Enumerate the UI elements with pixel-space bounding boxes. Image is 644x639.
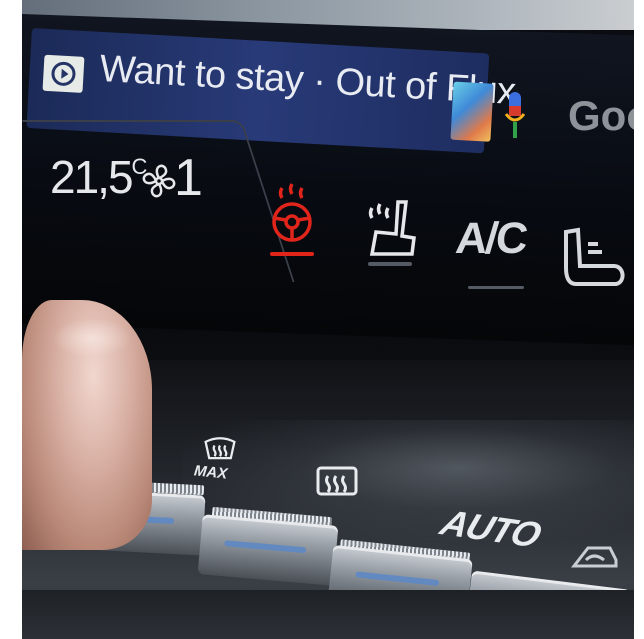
microphone-icon[interactable] [504, 92, 526, 144]
album-art [450, 81, 494, 142]
temperature-readout[interactable]: 21,5C [50, 150, 147, 204]
heated-steering-wheel-icon[interactable] [266, 178, 318, 260]
windshield-defrost-icon[interactable] [202, 436, 238, 464]
bottom-bezel [22, 590, 634, 639]
rear-defrost-icon[interactable] [314, 464, 364, 508]
seat-heat-icon[interactable] [362, 196, 418, 268]
ac-button[interactable]: A/C [453, 214, 528, 264]
finger-highlight [52, 318, 132, 358]
ac-indicator [468, 286, 524, 289]
fan-level[interactable]: 1 [174, 148, 203, 208]
cast-play-icon[interactable] [42, 54, 85, 93]
physical-defrost-key[interactable] [197, 514, 339, 586]
recirculation-icon[interactable] [570, 540, 620, 574]
seat-ventilation-icon[interactable] [558, 222, 634, 304]
assistant-label[interactable]: Goo [568, 92, 634, 140]
max-defrost-label: MAX [193, 462, 229, 483]
car-infotainment-photo: Want to stay · Out of Flux Goo 21,5C 1 [22, 0, 634, 639]
temperature-value: 21,5 [50, 151, 134, 203]
